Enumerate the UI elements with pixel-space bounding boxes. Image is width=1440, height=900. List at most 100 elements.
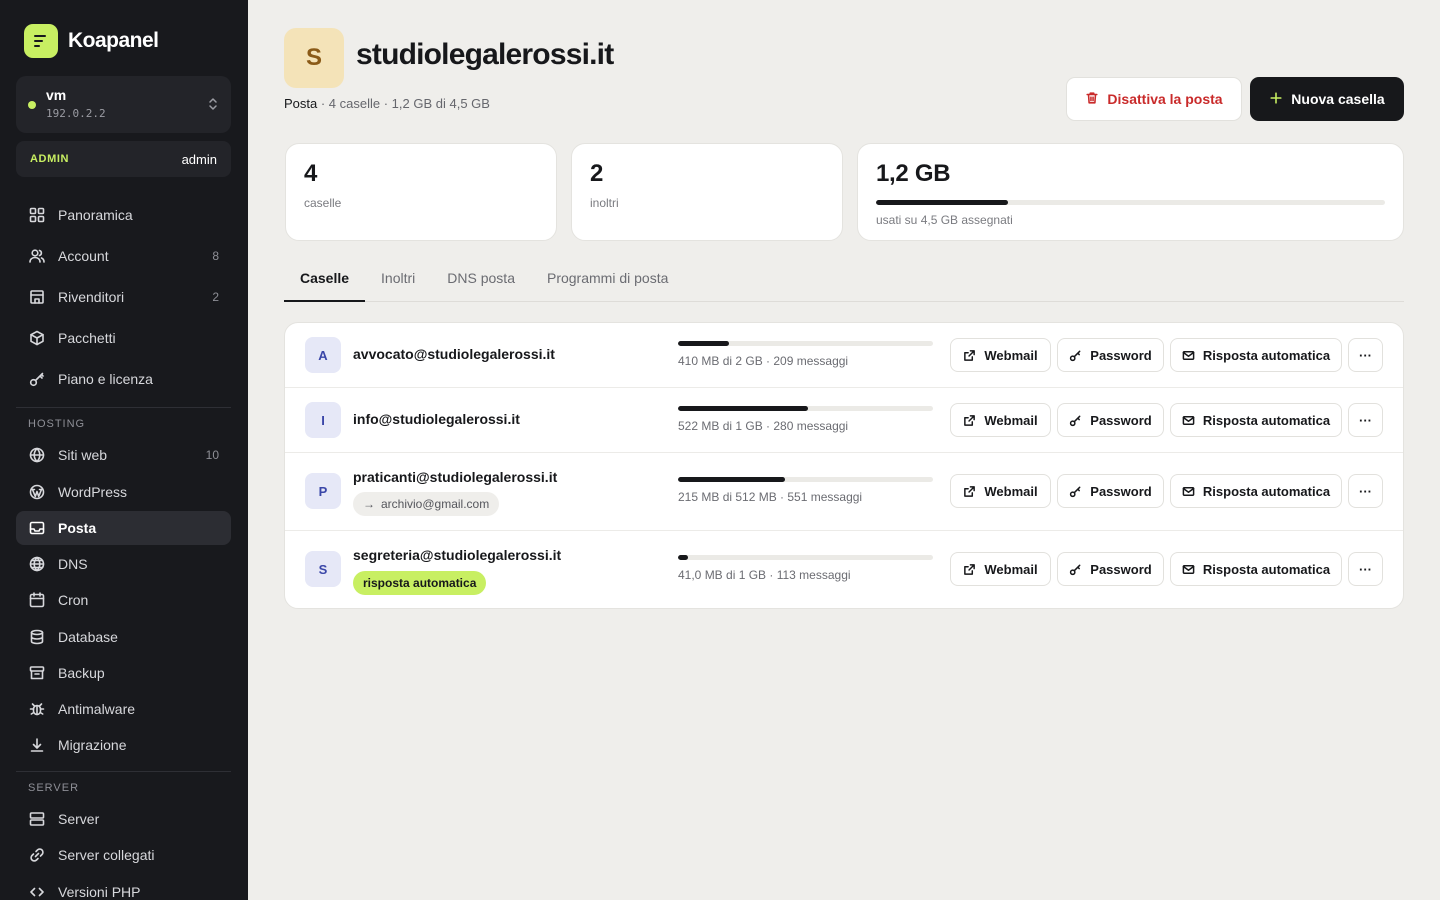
arrow-right-icon: → bbox=[363, 497, 375, 511]
usage-text: 41,0 MB di 1 GB · 113 messaggi bbox=[678, 568, 851, 582]
mailbox-usage: 410 MB di 2 GB · 209 messaggi bbox=[678, 341, 933, 368]
sidebar-item-pacchetti[interactable]: Pacchetti bbox=[16, 321, 231, 355]
webmail-button[interactable]: Webmail bbox=[950, 552, 1051, 586]
sidebar-item-rivenditori[interactable]: Rivenditori 2 bbox=[16, 280, 231, 314]
webmail-button[interactable]: Webmail bbox=[950, 474, 1051, 508]
app-name: Koapanel bbox=[68, 29, 159, 52]
webmail-button[interactable]: Webmail bbox=[950, 403, 1051, 437]
sidebar-item-versioni-php[interactable]: Versioni PHP bbox=[16, 875, 231, 900]
webmail-button[interactable]: Webmail bbox=[950, 338, 1051, 372]
sidebar-item-cron[interactable]: Cron bbox=[16, 583, 231, 617]
sidebar-item-label: Server bbox=[58, 811, 100, 827]
mailbox-email[interactable]: praticanti@studiolegalerossi.it bbox=[353, 469, 557, 485]
globe-icon bbox=[28, 446, 46, 464]
sidebar-item-label: Panoramica bbox=[58, 207, 133, 223]
password-label: Password bbox=[1090, 347, 1152, 363]
password-button[interactable]: Password bbox=[1057, 403, 1164, 437]
section-label-hosting: HOSTING bbox=[28, 418, 86, 430]
sidebar-item-count: 10 bbox=[205, 448, 219, 462]
brand[interactable]: Koapanel bbox=[24, 24, 159, 58]
page-summary: · 4 caselle · 1,2 GB di 4,5 GB bbox=[317, 96, 490, 111]
sidebar-item-piano-licenza[interactable]: Piano e licenza bbox=[16, 362, 231, 396]
sidebar-item-siti-web[interactable]: Siti web 10 bbox=[16, 438, 231, 472]
autoreply-label: Risposta automatica bbox=[1202, 412, 1331, 428]
password-label: Password bbox=[1090, 561, 1152, 577]
sidebar-item-server-collegati[interactable]: Server collegati bbox=[16, 838, 231, 872]
store-icon bbox=[28, 288, 46, 306]
webmail-label: Webmail bbox=[984, 412, 1038, 428]
stat-card-mailboxes: 4 caselle bbox=[285, 143, 557, 241]
sidebar-item-label: Siti web bbox=[58, 447, 108, 463]
role-badge: ADMIN bbox=[30, 153, 70, 165]
autoreply-button[interactable]: Risposta automatica bbox=[1170, 403, 1342, 437]
sidebar-item-migrazione[interactable]: Migrazione bbox=[16, 728, 231, 762]
external-link-icon bbox=[964, 485, 976, 497]
stat-value: 4 bbox=[304, 160, 318, 187]
mail-icon bbox=[1182, 486, 1195, 496]
sidebar-item-wordpress[interactable]: WordPress bbox=[16, 475, 231, 509]
breadcrumb-section[interactable]: Posta bbox=[284, 96, 317, 111]
external-link-icon bbox=[964, 414, 976, 426]
webmail-label: Webmail bbox=[984, 483, 1038, 499]
mailbox-row: P praticanti@studiolegalerossi.it → arch… bbox=[285, 453, 1403, 531]
mailbox-email[interactable]: segreteria@studiolegalerossi.it bbox=[353, 547, 561, 563]
sidebar-item-label: Rivenditori bbox=[58, 289, 125, 305]
sidebar-item-dns[interactable]: DNS bbox=[16, 547, 231, 581]
password-button[interactable]: Password bbox=[1057, 338, 1164, 372]
code-icon bbox=[28, 883, 46, 900]
more-options-button[interactable]: ··· bbox=[1348, 403, 1383, 437]
forward-address: archivio@gmail.com bbox=[381, 497, 490, 511]
page-title: studiolegalerossi.it bbox=[356, 38, 614, 71]
more-options-button[interactable]: ··· bbox=[1348, 474, 1383, 508]
tab-bar: Caselle Inoltri DNS posta Programmi di p… bbox=[284, 258, 1404, 302]
mail-icon bbox=[1182, 564, 1195, 574]
more-options-button[interactable]: ··· bbox=[1348, 552, 1383, 586]
sidebar-item-antimalware[interactable]: Antimalware bbox=[16, 692, 231, 726]
storage-progress-bar bbox=[876, 200, 1385, 205]
key-icon bbox=[28, 370, 46, 388]
external-link-icon bbox=[964, 349, 976, 361]
key-icon bbox=[1070, 415, 1081, 426]
sidebar-item-label: WordPress bbox=[58, 484, 127, 500]
sidebar-item-database[interactable]: Database bbox=[16, 620, 231, 654]
autoreply-button[interactable]: Risposta automatica bbox=[1170, 552, 1342, 586]
usage-text: 215 MB di 512 MB · 551 messaggi bbox=[678, 490, 863, 504]
new-mailbox-button[interactable]: Nuova casella bbox=[1250, 77, 1404, 121]
sidebar-item-backup[interactable]: Backup bbox=[16, 656, 231, 690]
more-icon: ··· bbox=[1359, 347, 1372, 363]
tab-inoltri[interactable]: Inoltri bbox=[365, 258, 431, 302]
sidebar-item-label: Pacchetti bbox=[58, 330, 116, 346]
usage-text: 410 MB di 2 GB · 209 messaggi bbox=[678, 354, 849, 368]
autoreply-button[interactable]: Risposta automatica bbox=[1170, 474, 1342, 508]
mailbox-email[interactable]: avvocato@studiolegalerossi.it bbox=[353, 346, 555, 362]
sidebar-item-panoramica[interactable]: Panoramica bbox=[16, 198, 231, 232]
dns-globe-icon bbox=[28, 555, 46, 573]
mailbox-list: A avvocato@studiolegalerossi.it 410 MB d… bbox=[284, 322, 1404, 609]
stat-card-forwarders: 2 inoltri bbox=[571, 143, 843, 241]
sidebar-item-label: Database bbox=[58, 629, 118, 645]
server-status-dot bbox=[28, 101, 36, 109]
disable-mail-button[interactable]: Disattiva la posta bbox=[1066, 77, 1242, 121]
sidebar-item-account[interactable]: Account 8 bbox=[16, 239, 231, 273]
usage-fill bbox=[678, 341, 729, 346]
server-switcher[interactable]: vm 192.0.2.2 bbox=[16, 76, 231, 133]
stat-value: 1,2 GB bbox=[876, 160, 951, 187]
password-label: Password bbox=[1090, 483, 1152, 499]
sidebar-item-server[interactable]: Server bbox=[16, 802, 231, 836]
password-button[interactable]: Password bbox=[1057, 474, 1164, 508]
role-user: admin bbox=[181, 151, 217, 167]
webmail-label: Webmail bbox=[984, 561, 1038, 577]
more-options-button[interactable]: ··· bbox=[1348, 338, 1383, 372]
mailbox-email[interactable]: info@studiolegalerossi.it bbox=[353, 411, 520, 427]
tab-caselle[interactable]: Caselle bbox=[284, 258, 366, 302]
mailbox-usage: 41,0 MB di 1 GB · 113 messaggi bbox=[678, 555, 933, 582]
usage-bar bbox=[678, 477, 933, 482]
tab-dns-posta[interactable]: DNS posta bbox=[431, 258, 531, 302]
password-button[interactable]: Password bbox=[1057, 552, 1164, 586]
tab-programmi-posta[interactable]: Programmi di posta bbox=[531, 258, 684, 302]
autoreply-button[interactable]: Risposta automatica bbox=[1170, 338, 1342, 372]
usage-bar bbox=[678, 555, 933, 560]
autoreply-label: Risposta automatica bbox=[1202, 483, 1331, 499]
server-icon bbox=[28, 810, 46, 828]
sidebar-item-posta[interactable]: Posta bbox=[16, 511, 231, 545]
